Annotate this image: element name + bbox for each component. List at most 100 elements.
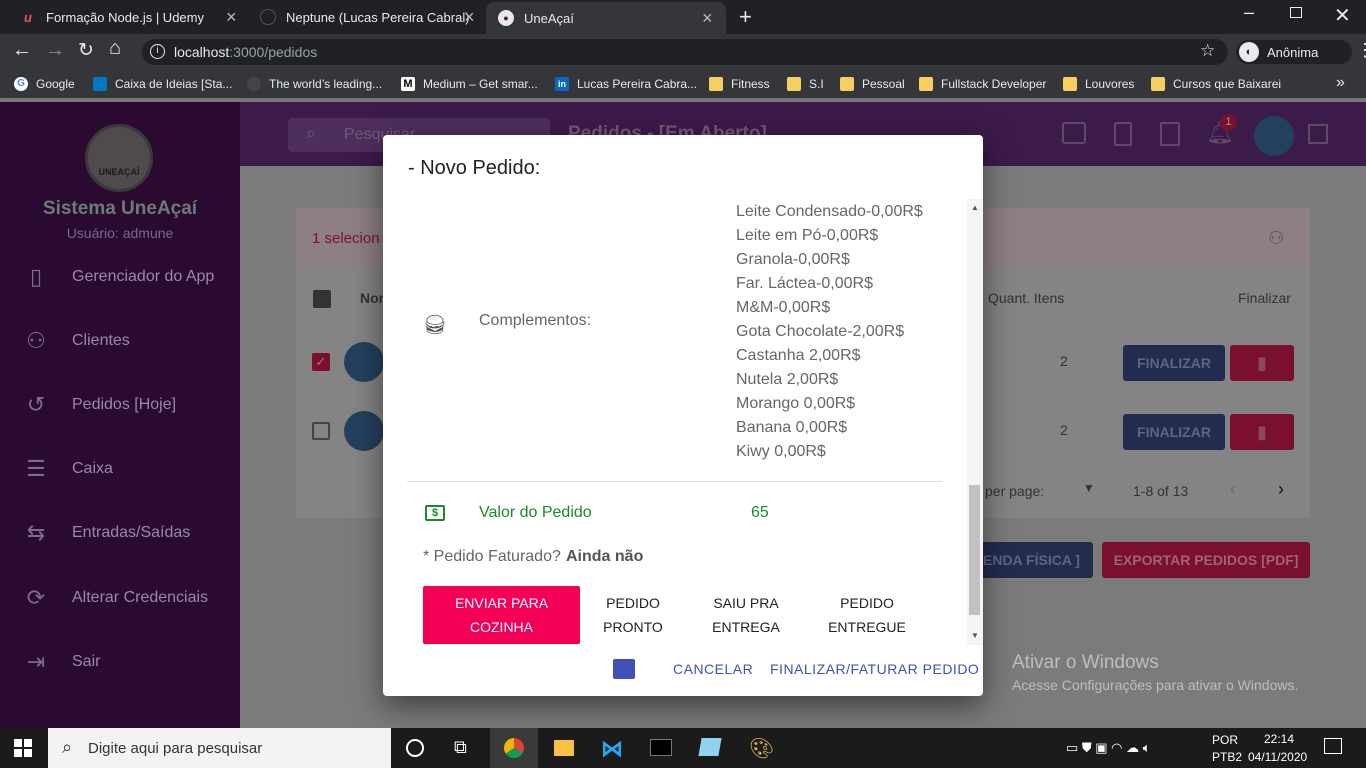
next-page-icon[interactable]: › [1278,479,1284,500]
scrollbar-thumb[interactable] [969,485,980,615]
info-icon[interactable]: i [150,44,165,59]
file-explorer-icon[interactable] [554,740,574,756]
menu-dots-icon[interactable]: ⋮ [1356,40,1366,61]
export-pdf-button[interactable]: EXPORTAR PEDIDOS [PDF] [1102,542,1310,578]
delete-icon[interactable]: ▮ [1230,414,1294,450]
activate-windows-subtitle: Acesse Configurações para ativar o Windo… [1012,677,1299,693]
send-to-kitchen-button[interactable]: ENVIAR PARA COZINHA [423,586,580,644]
clock-time[interactable]: 22:14 [1264,732,1294,746]
button-line: COZINHA [470,619,533,635]
bookmark-folder[interactable]: Fitness [709,76,770,92]
group-icon[interactable]: ⚇ [1268,228,1284,249]
sidebar-item-entradas[interactable]: ⇆ Entradas/Saídas [0,513,240,553]
bookmark-item[interactable]: in Lucas Pereira Cabra... [555,76,697,92]
avatar[interactable] [1254,116,1294,156]
bookmark-folder[interactable]: S.I [787,76,824,92]
history-icon: ↺ [26,392,46,417]
out-for-delivery-button[interactable]: SAIU PRA ENTREGA [686,586,806,644]
app-sidebar: UNEAÇAÍ Sistema UneAçaí Usuário: admune … [0,102,240,728]
cortana-icon[interactable] [406,739,424,757]
scroll-down-icon[interactable]: ▼ [971,631,979,640]
row-checkbox[interactable]: ✓ [312,353,330,371]
col-header-name: Nor [360,290,385,306]
close-tab-icon[interactable]: × [702,8,713,29]
button-line: ENTREGUE [828,619,906,635]
money-icon: $ [425,505,445,521]
windows-start-icon[interactable] [14,739,32,757]
chrome-taskbar-button[interactable] [490,728,538,768]
scrollbar[interactable]: ▲ ▼ [967,199,983,645]
home-icon[interactable]: ⌂ [109,37,121,60]
finalize-button[interactable]: FINALIZAR [1123,345,1225,381]
keyboard-layout-label[interactable]: PTB2 [1212,750,1242,764]
bookmark-item[interactable]: M Medium – Get smar... [401,76,538,92]
taskbar-search[interactable]: ⌕ Digite aqui para pesquisar [48,728,391,768]
sidebar-item-app-manager[interactable]: ▯ Gerenciador do App [0,257,240,297]
maximize-icon[interactable] [1290,7,1302,18]
reload-icon[interactable]: ↻ [78,39,94,62]
bookmark-item[interactable]: Caixa de Ideias [Sta... [93,76,232,92]
bookmark-folder[interactable]: Pessoal [840,76,905,92]
clock-date[interactable]: 04/11/2020 [1248,750,1307,764]
sidebar-item-clientes[interactable]: ⚇ Clientes [0,321,240,361]
profile-chip[interactable]: ◐ Anônima [1236,40,1352,64]
people-icon: ⚇ [26,328,46,353]
sidebar-item-sair[interactable]: ⇥ Sair [0,642,240,682]
bookmark-folder[interactable]: Cursos que Baixarei [1151,76,1281,92]
tab-uneacai[interactable]: ● UneAçaí × [486,2,726,34]
tab-neptune[interactable]: Neptune (Lucas Pereira Cabral) × [248,0,484,34]
chevron-down-icon[interactable]: ▼ [1083,481,1095,495]
delete-icon[interactable]: ▮ [1230,345,1294,381]
bookmark-label: The world’s leading... [269,77,383,91]
order-delivered-button[interactable]: PEDIDO ENTREGUE [806,586,928,644]
logout-icon[interactable] [1308,124,1328,144]
prev-page-icon[interactable]: ‹ [1230,479,1236,500]
clipboard-icon[interactable] [1160,122,1180,146]
new-tab-icon[interactable]: + [739,4,752,30]
close-window-icon[interactable]: ✕ [1334,3,1351,28]
back-icon[interactable]: ← [12,39,32,62]
sidebar-item-label: Sair [72,653,101,670]
register-icon[interactable] [1114,122,1132,146]
vscode-icon[interactable]: ⋈ [601,736,623,762]
finalize-invoice-button[interactable]: FINALIZAR/FATURAR PEDIDO [770,661,979,677]
paint-icon[interactable]: 🎨︎ [749,736,774,761]
sidebar-item-caixa[interactable]: ☰ Caixa [0,449,240,489]
dialog-actions: CANCELAR FINALIZAR/FATURAR PEDIDO [383,645,983,696]
complemento-item: Kiwy 0,00R$ [736,443,826,460]
cancel-button[interactable]: CANCELAR [673,661,753,677]
sidebar-item-credenciais[interactable]: ⟳ Alterar Credenciais [0,578,240,618]
bookmark-folder[interactable]: Louvores [1063,76,1134,92]
minimize-icon[interactable]: – [1244,2,1254,23]
bookmark-item[interactable]: G Google [14,76,75,92]
notepad-icon[interactable] [698,738,722,756]
sidebar-item-pedidos[interactable]: ↺ Pedidos [Hoje] [0,385,240,425]
scroll-up-icon[interactable]: ▲ [971,203,979,212]
forward-icon[interactable]: → [45,39,65,62]
finalize-button[interactable]: FINALIZAR [1123,414,1225,450]
more-bookmarks-icon[interactable]: » [1336,74,1345,92]
sidebar-item-label: Entradas/Saídas [72,524,191,541]
close-tab-icon[interactable]: × [464,7,475,28]
notifications-icon[interactable] [1324,738,1342,754]
order-ready-button[interactable]: PEDIDO PRONTO [580,586,686,644]
tab-udemy[interactable]: u Formação Node.js | Udemy × [8,0,244,34]
delivery-icon[interactable] [1062,122,1086,144]
bookmark-folder[interactable]: Fullstack Developer [919,76,1046,92]
select-all-checkbox[interactable] [313,290,331,308]
print-icon[interactable] [613,659,635,679]
language-label[interactable]: POR [1212,733,1238,747]
brand-user: Usuário: admune [66,225,174,241]
address-bar[interactable]: i localhost :3000/pedidos ☆ [142,39,1228,65]
close-tab-icon[interactable]: × [226,7,237,28]
complemento-item: Nutela 2,00R$ [736,371,839,388]
complemento-item: Leite em Pó-0,00R$ [736,227,879,244]
url-host: localhost [174,44,230,60]
task-view-icon[interactable]: ⧉ [454,737,467,758]
tray-icons[interactable]: ▭ ⛊ ▣ ◠ ☁ 🔈︎ [1066,740,1151,756]
terminal-icon[interactable] [650,739,672,756]
row-checkbox[interactable] [312,422,330,440]
bookmark-item[interactable]: The world’s leading... [247,76,382,92]
bookmark-star-icon[interactable]: ☆ [1200,41,1215,61]
venda-fisica-button[interactable]: ENDA FÍSICA ] [983,542,1093,578]
